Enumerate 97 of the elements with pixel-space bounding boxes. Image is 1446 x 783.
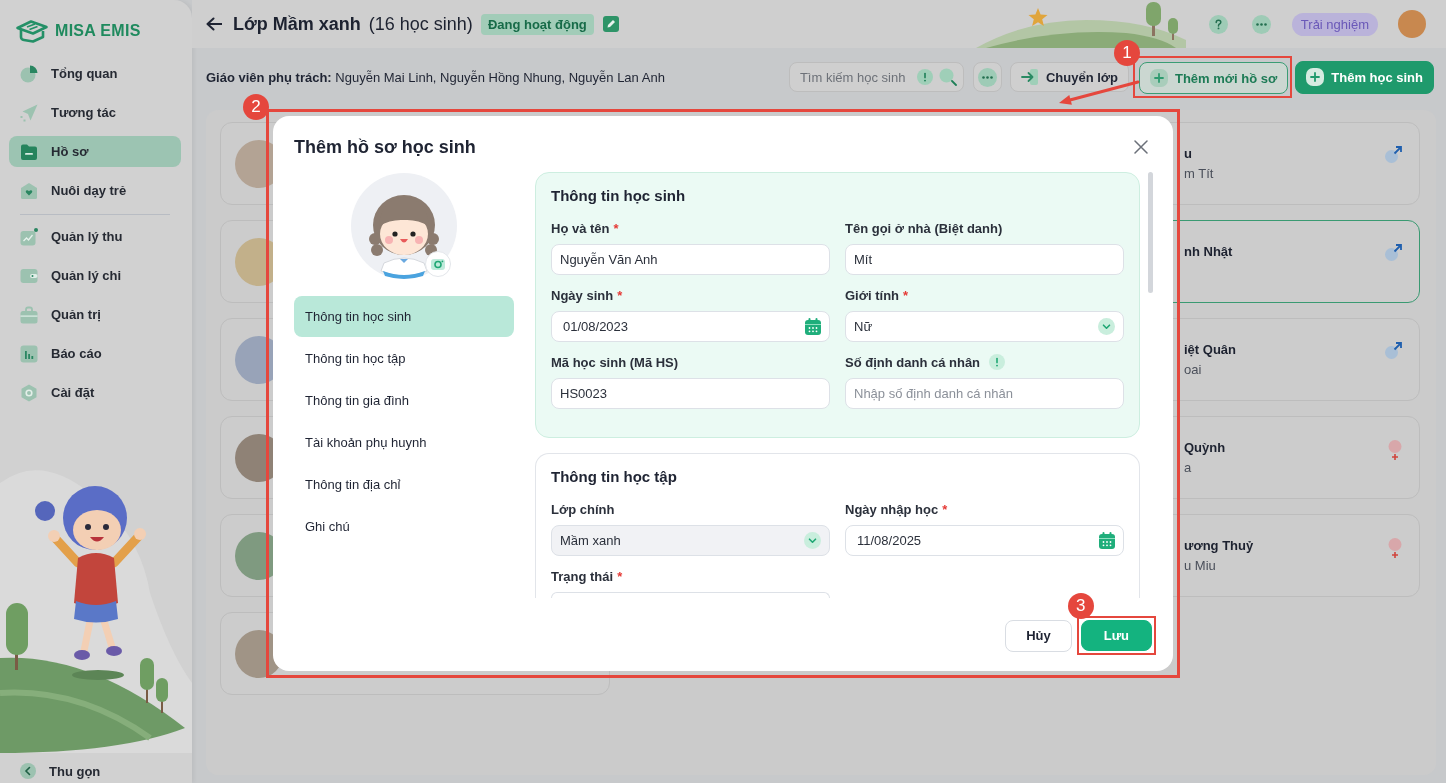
- wallet-icon: [20, 266, 38, 285]
- transfer-button[interactable]: Chuyển lớp: [1009, 62, 1129, 92]
- paper-plane-icon: [20, 103, 38, 122]
- student-name: Quỳnh: [1184, 440, 1226, 456]
- line-chart-icon: [20, 227, 38, 246]
- field-label: Giới tính: [845, 287, 899, 303]
- field-label: Số định danh cá nhân: [845, 354, 981, 370]
- nav-item[interactable]: Nuôi dạy trẻ: [9, 175, 181, 206]
- pencil-icon[interactable]: [602, 16, 619, 32]
- logo-text: MISA EMIS: [55, 22, 141, 40]
- folder-icon: [20, 142, 38, 161]
- cancel-button[interactable]: Hủy: [1005, 619, 1072, 652]
- section-tab[interactable]: Thông tin học tập: [294, 338, 514, 379]
- input-field[interactable]: [551, 592, 830, 598]
- student-name: iệt Quân: [1184, 342, 1236, 358]
- date-field[interactable]: 01/08/2023: [551, 311, 830, 342]
- chevron-down-icon[interactable]: [1098, 318, 1115, 335]
- student-name: u: [1184, 146, 1193, 162]
- annotation-badge: 3: [1067, 593, 1094, 619]
- field-label: Ngày sinh: [551, 287, 614, 303]
- section-tab[interactable]: Thông tin gia đình: [294, 380, 514, 421]
- required-mark: *: [617, 287, 623, 303]
- collapse-button[interactable]: Thu gọn: [0, 759, 132, 783]
- settings-icon: [20, 383, 38, 402]
- female-icon: [1388, 440, 1402, 460]
- section-title: Thông tin học tập: [551, 467, 678, 487]
- camera-icon[interactable]: [425, 251, 451, 277]
- select-field[interactable]: Nữ: [845, 311, 1124, 342]
- required-mark: *: [903, 287, 909, 303]
- field-label: Mã học sinh (Mã HS): [551, 354, 679, 370]
- nav-item[interactable]: Tương tác: [9, 97, 181, 128]
- male-icon: [1385, 244, 1402, 261]
- status-badge: Đang hoạt động: [480, 13, 594, 35]
- text-field[interactable]: Mít: [845, 244, 1124, 275]
- section-title: Thông tin học sinh: [551, 186, 687, 206]
- field-label: Ngày nhập học: [845, 501, 939, 517]
- student-nickname: u Miu: [1184, 558, 1217, 574]
- logo-icon: [15, 19, 49, 43]
- more-icon: [977, 67, 997, 87]
- calendar-icon[interactable]: [1099, 532, 1115, 549]
- add-profile-button[interactable]: Thêm mới hồ sơ: [1139, 62, 1289, 94]
- pie-chart-icon: [20, 64, 38, 83]
- briefcase-icon: [20, 305, 38, 324]
- chevron-down-icon[interactable]: [804, 532, 821, 549]
- more-button[interactable]: [972, 62, 1002, 92]
- plus-icon: [1306, 68, 1325, 86]
- section-tab[interactable]: Tài khoản phụ huynh: [294, 422, 514, 463]
- annotation-badge: 2: [243, 94, 269, 120]
- nav-item[interactable]: Cài đặt: [9, 377, 181, 408]
- male-icon: [1385, 342, 1402, 359]
- field-label: Lớp chính: [551, 501, 615, 517]
- scrollbar-thumb[interactable]: [1148, 172, 1153, 293]
- help-icon[interactable]: [1208, 14, 1228, 34]
- search-icon[interactable]: [938, 68, 957, 86]
- male-icon: [1385, 146, 1402, 163]
- section-tab[interactable]: Thông tin học sinh: [294, 296, 514, 337]
- info-icon: [916, 69, 933, 85]
- plus-icon: [1150, 69, 1168, 87]
- required-mark: *: [617, 568, 623, 584]
- date-field[interactable]: 11/08/2025: [845, 525, 1124, 556]
- student-name: nh Nhật: [1184, 244, 1233, 260]
- student-name: ương Thuỷ: [1184, 538, 1254, 554]
- arrow-into-door-icon: [1020, 69, 1038, 85]
- user-avatar[interactable]: [1398, 10, 1426, 38]
- student-nickname: a: [1184, 460, 1193, 476]
- search-field[interactable]: Tìm kiếm học sinh: [788, 62, 964, 92]
- bar-chart-icon: [20, 344, 38, 363]
- class-title: Lớp Mầm xanh: [233, 13, 361, 35]
- nav-item[interactable]: Tổng quan: [9, 58, 181, 89]
- more-icon[interactable]: [1251, 14, 1271, 34]
- female-icon: [1388, 538, 1402, 558]
- required-mark: *: [613, 220, 619, 236]
- chevron-left-icon: [20, 763, 36, 779]
- required-mark: *: [942, 501, 948, 517]
- text-field[interactable]: Nhập số định danh cá nhân: [845, 378, 1124, 409]
- student-count: (16 học sinh): [368, 13, 473, 35]
- teacher-list: Giáo viên phụ trách: Nguyễn Mai Linh, Nguyễn Hồng Nhung, Nguyễn Lan Anh: [206, 69, 665, 85]
- field-label: Tên gọi ở nhà (Biệt danh): [845, 220, 1003, 236]
- section-tab[interactable]: Ghi chú: [294, 506, 514, 547]
- back-arrow-icon[interactable]: [206, 17, 222, 31]
- text-field[interactable]: HS0023: [551, 378, 830, 409]
- nav-item[interactable]: Quản trị: [9, 299, 181, 330]
- house-icon: [20, 181, 38, 200]
- student-nickname: m Tít: [1184, 166, 1214, 182]
- nav-item[interactable]: Quản lý chi: [9, 260, 181, 291]
- add-student-button[interactable]: Thêm học sinh: [1295, 60, 1434, 94]
- nav-item[interactable]: Báo cáo: [9, 338, 181, 369]
- calendar-icon[interactable]: [805, 318, 821, 335]
- close-icon[interactable]: [1134, 140, 1148, 154]
- text-field[interactable]: Nguyễn Văn Anh: [551, 244, 830, 275]
- section-tab[interactable]: Thông tin địa chỉ: [294, 464, 514, 505]
- student-nickname: oai: [1184, 362, 1203, 378]
- field-label: Trạng thái: [551, 568, 614, 584]
- nav-item[interactable]: Hồ sơ: [9, 136, 181, 167]
- nav-item[interactable]: Quản lý thu: [9, 221, 181, 252]
- field-label: Họ và tên: [551, 220, 610, 236]
- dialog-title: Thêm hồ sơ học sinh: [294, 136, 476, 158]
